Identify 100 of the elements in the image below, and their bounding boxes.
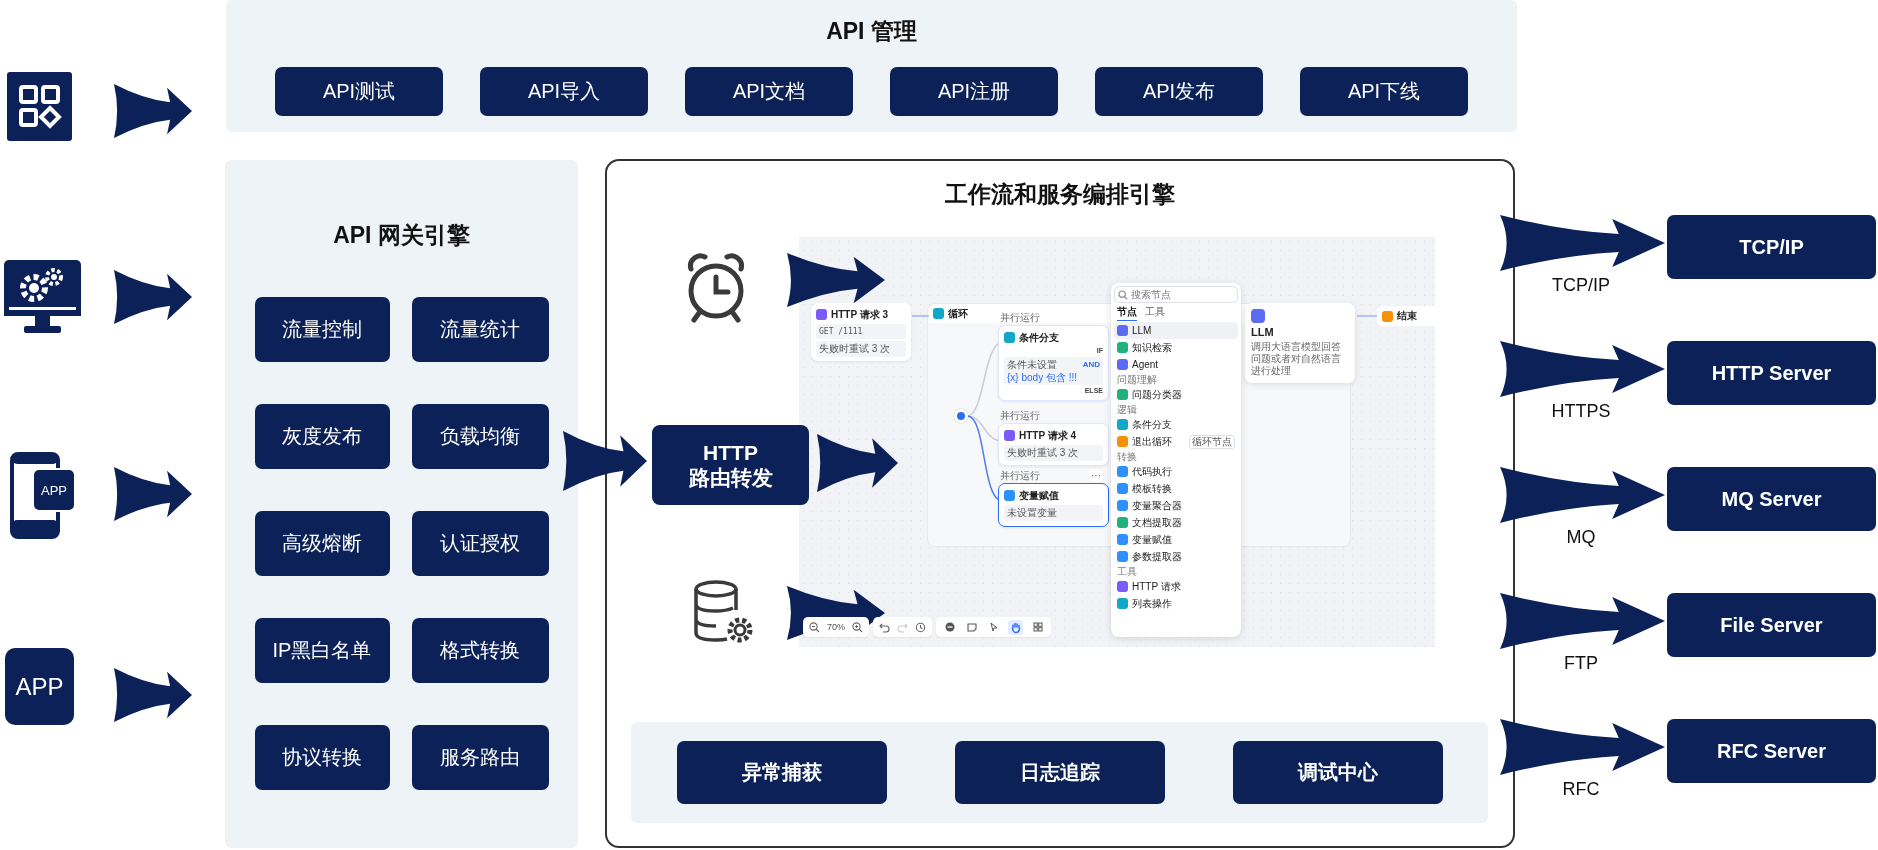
tool-feature-button[interactable]: 日志追踪 <box>954 741 1165 804</box>
arrow-icon <box>114 668 192 722</box>
feature-button[interactable]: 服务路由 <box>411 725 549 790</box>
and-label: AND <box>1082 359 1100 370</box>
node-detail: 未设置变量 <box>1004 505 1103 521</box>
feature-button[interactable]: 流量统计 <box>411 297 549 362</box>
workflow-node[interactable]: HTTP 请求 4 失败时重试 3 次 <box>998 423 1109 466</box>
menu-item-label: LLM <box>1132 325 1152 336</box>
protocol-label: RFC <box>1561 779 1601 800</box>
feature-button[interactable]: 负载均衡 <box>411 404 549 469</box>
menu-item[interactable]: 条件分支 <box>1114 416 1238 433</box>
feature-button[interactable]: 协议转换 <box>254 725 390 790</box>
apps-icon <box>7 72 72 141</box>
add-node-icon <box>944 622 955 632</box>
feature-button[interactable]: 流量控制 <box>254 297 390 362</box>
loop-icon <box>933 308 944 319</box>
tool-feature-button[interactable]: 调试中心 <box>1232 741 1443 804</box>
api-button[interactable]: API发布 <box>1095 67 1263 116</box>
menu-item[interactable]: 退出循环 循环节点 <box>1114 433 1238 450</box>
node-title: 结束 <box>1397 309 1417 323</box>
arrow-icon <box>1500 593 1665 649</box>
hand-icon <box>1010 621 1021 633</box>
node-title: HTTP 请求 3 <box>831 307 889 322</box>
app-tile: APP <box>5 648 74 725</box>
api-button[interactable]: API导入 <box>480 67 648 116</box>
tooltip-description: 调用大语言模型回答问题或者对自然语言进行处理 <box>1251 341 1342 377</box>
menu-item[interactable]: 知识检索 <box>1114 339 1238 356</box>
menu-item-label: Agent <box>1132 359 1159 370</box>
api-button[interactable]: API测试 <box>275 67 443 116</box>
protocol-label: HTTPS <box>1550 401 1612 422</box>
menu-item[interactable]: LLM <box>1114 322 1238 339</box>
node-title: HTTP 请求 4 <box>1019 428 1077 443</box>
menu-tab[interactable]: 工具 <box>1145 304 1165 321</box>
zoom-level: 70% <box>827 622 845 632</box>
tool-button[interactable] <box>1008 619 1023 635</box>
alarm-clock-icon <box>685 253 747 323</box>
menu-item-label: 代码执行 <box>1132 464 1172 479</box>
menu-item-label: 模板转换 <box>1132 481 1172 496</box>
menu-item-label: 变量赋值 <box>1132 532 1172 547</box>
server-button[interactable]: TCP/IP <box>1667 215 1876 279</box>
server-button[interactable]: MQ Server <box>1667 467 1876 531</box>
arrow-icon <box>787 253 885 307</box>
menu-item[interactable]: 参数提取器 <box>1114 548 1238 565</box>
feature-button[interactable]: IP黑白名单 <box>254 618 390 683</box>
tool-feature-button[interactable]: 异常捕获 <box>676 741 887 804</box>
arrow-icon <box>114 84 192 138</box>
node-tag: 并行运行 <box>1000 312 1040 324</box>
menu-item[interactable]: 问题分类器 <box>1114 386 1238 403</box>
api-button[interactable]: API注册 <box>890 67 1058 116</box>
server-button[interactable]: RFC Server <box>1667 719 1876 783</box>
api-button[interactable]: API下线 <box>1300 67 1468 116</box>
menu-item[interactable]: 列表操作 <box>1114 595 1238 612</box>
menu-item[interactable]: 模板转换 <box>1114 480 1238 497</box>
undo-icon[interactable] <box>879 621 890 633</box>
protocol-label: FTP <box>1563 653 1599 674</box>
workflow-node[interactable]: 变量赋值 未设置变量 <box>998 483 1109 527</box>
protocol-label: MQ <box>1565 527 1597 548</box>
feature-button[interactable]: 高级熔断 <box>254 511 390 576</box>
server-button[interactable]: HTTP Server <box>1667 341 1876 405</box>
history-icon[interactable] <box>915 621 926 633</box>
menu-item[interactable]: 变量赋值 <box>1114 531 1238 548</box>
server-button[interactable]: File Server <box>1667 593 1876 657</box>
http-request-node[interactable]: HTTP 请求 3 GET /1111 失败时重试 3 次 <box>811 303 911 361</box>
tooltip-title: LLM <box>1251 326 1275 338</box>
http-icon <box>816 309 827 320</box>
menu-section-heading: 逻辑 <box>1116 403 1138 416</box>
feature-button[interactable]: 格式转换 <box>411 618 549 683</box>
menu-item[interactable]: HTTP 请求 <box>1114 578 1238 595</box>
tool-button[interactable] <box>1030 619 1045 635</box>
menu-item-label: 文档提取器 <box>1132 515 1182 530</box>
layout-icon <box>1032 622 1043 632</box>
arrow-icon <box>1500 215 1665 271</box>
panel-title: API 管理 <box>826 17 917 46</box>
item-tag: 循环节点 <box>1189 434 1235 449</box>
node-tag: 并行运行 <box>1000 410 1040 422</box>
zoom-in-icon[interactable] <box>852 621 863 633</box>
menu-item[interactable]: 变量聚合器 <box>1114 497 1238 514</box>
menu-tab[interactable]: 节点 <box>1117 304 1137 321</box>
menu-item[interactable]: Agent <box>1114 356 1238 373</box>
api-button[interactable]: API文档 <box>685 67 853 116</box>
arrow-icon <box>817 434 898 492</box>
node-icon <box>1004 490 1015 501</box>
zoom-out-icon[interactable] <box>809 621 820 633</box>
pointer-icon <box>988 622 999 632</box>
node-title: 变量赋值 <box>1019 488 1059 503</box>
menu-item[interactable]: 文档提取器 <box>1114 514 1238 531</box>
menu-item-label: 问题分类器 <box>1132 387 1182 402</box>
condition-text: 条件未设置 <box>1007 358 1057 371</box>
menu-item-label: 退出循环 <box>1132 434 1172 449</box>
menu-item-label: 变量聚合器 <box>1132 498 1182 513</box>
feature-button[interactable]: 认证授权 <box>411 511 549 576</box>
connector <box>911 315 930 317</box>
menu-item-label: 条件分支 <box>1132 417 1172 432</box>
feature-button[interactable]: 灰度发布 <box>254 404 390 469</box>
more-button[interactable]: ··· <box>1089 470 1103 481</box>
search-field[interactable]: 搜索节点 <box>1114 286 1238 303</box>
llm-icon <box>1251 309 1265 323</box>
end-node[interactable]: 结束 <box>1377 306 1435 326</box>
menu-item-label: 知识检索 <box>1132 340 1172 355</box>
menu-item[interactable]: 代码执行 <box>1114 463 1238 480</box>
